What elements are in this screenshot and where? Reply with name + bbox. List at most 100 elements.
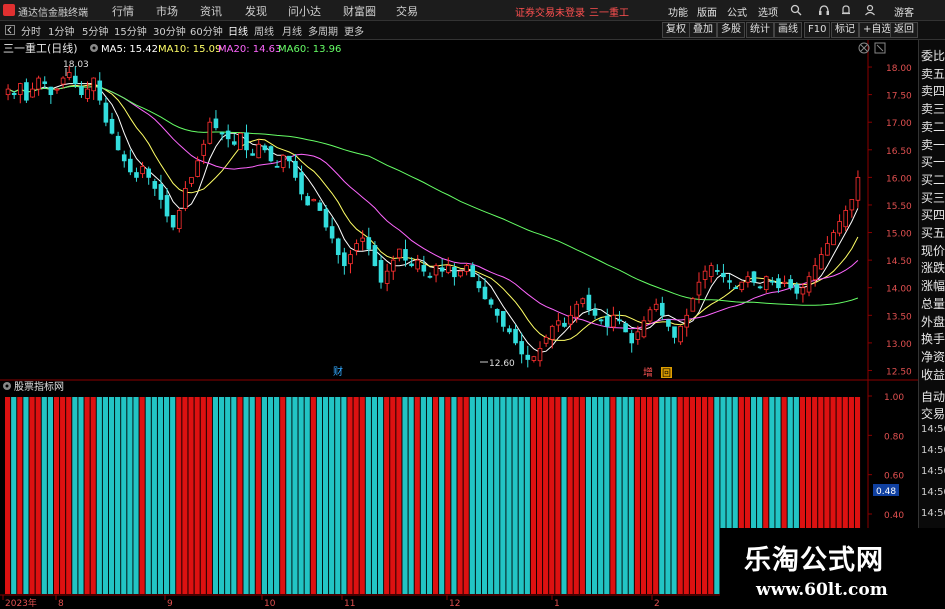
guest-label[interactable]: 游客 — [894, 4, 914, 19]
diejia-button[interactable]: 叠加 — [689, 22, 717, 38]
indicator-bar — [506, 397, 512, 594]
indicator-bar — [457, 397, 463, 594]
low-price-label: 12.60 — [489, 359, 515, 369]
candle-body — [690, 298, 696, 312]
period-more[interactable]: 更多 — [344, 23, 364, 38]
candle-body — [195, 160, 200, 177]
back-button[interactable]: 返回 — [890, 22, 918, 38]
indicator-bar — [133, 397, 139, 594]
marker-cai[interactable]: 财 — [333, 365, 343, 378]
collapse-icon[interactable] — [5, 25, 15, 35]
period-monthly[interactable]: 月线 — [282, 23, 302, 38]
tongji-button[interactable]: 统计 — [746, 22, 774, 38]
marker-zeng[interactable]: 增 — [643, 366, 653, 379]
menu-gongshi[interactable]: 公式 — [727, 4, 747, 19]
indicator-gear-icon[interactable] — [3, 382, 11, 390]
price-tick-label: 14.00 — [886, 285, 912, 295]
indicator-bar — [695, 397, 702, 594]
trade-time: 14:50 — [921, 508, 945, 519]
candle-body — [329, 226, 335, 239]
indicator-tick-label: 0.40 — [884, 511, 904, 521]
candle-body — [317, 202, 323, 211]
app-title: 通达信金融终端 — [18, 8, 88, 19]
period-multi[interactable]: 多周期 — [308, 23, 338, 38]
period-1min[interactable]: 1分钟 — [48, 23, 74, 38]
candle-body — [513, 328, 518, 344]
price-tick-label: 16.50 — [886, 147, 912, 157]
candle-body — [397, 248, 402, 259]
indicator-bar — [47, 397, 53, 594]
indicator-bar — [396, 397, 402, 594]
menu-shichang[interactable]: 市场 — [156, 3, 178, 19]
candle-body — [708, 265, 714, 277]
candle-body — [238, 132, 243, 150]
menu-gongneng[interactable]: 功能 — [668, 4, 688, 19]
candle-body — [54, 88, 60, 91]
period-weekly[interactable]: 周线 — [254, 23, 274, 38]
ma60-line — [7, 85, 859, 306]
menu-jiaoyi[interactable]: 交易 — [396, 3, 418, 19]
period-30min[interactable]: 30分钟 — [153, 23, 186, 38]
candle-body — [739, 281, 745, 291]
indicator-bar — [60, 397, 66, 594]
menu-faxian[interactable]: 发现 — [245, 3, 267, 19]
quote-item-label: 卖四 — [921, 84, 945, 99]
biaoji-button[interactable]: 标记 — [831, 22, 859, 38]
f10-button[interactable]: F10 — [804, 22, 831, 38]
fuquan-button[interactable]: 复权 — [662, 22, 690, 38]
candle-body — [458, 270, 463, 277]
candle-body — [225, 130, 231, 140]
indicator-bar — [280, 397, 286, 594]
marker-hui[interactable]: 回 — [662, 368, 671, 379]
price-tick-label: 15.00 — [886, 230, 912, 240]
search-icon[interactable] — [790, 4, 802, 16]
candle-body — [733, 287, 738, 289]
settings-gear-icon[interactable] — [90, 44, 98, 52]
stock-chart[interactable]: 18.00 17.50 17.00 16.50 16.00 15.50 15.00 14.50… — [0, 40, 918, 609]
headset-icon[interactable] — [818, 4, 830, 16]
quote-item-label: 现价 — [921, 243, 945, 258]
price-tick-label: 14.50 — [886, 257, 912, 267]
bell-icon[interactable] — [840, 4, 852, 16]
watermark-cn: 乐淘公式网 — [744, 545, 884, 576]
panel-maximize-icon[interactable] — [874, 42, 886, 54]
login-warning[interactable]: 证券交易未登录 — [515, 4, 585, 19]
period-15min[interactable]: 15分钟 — [114, 23, 147, 38]
quote-item-label: 买一 — [921, 155, 945, 170]
candle-body — [134, 172, 139, 178]
indicator-bar — [292, 397, 298, 594]
indicator-bar — [341, 397, 347, 594]
huaxian-button[interactable]: 画线 — [774, 22, 802, 38]
candle-body — [427, 275, 433, 278]
candle-body — [794, 284, 800, 294]
menu-xuanxiang[interactable]: 选项 — [758, 4, 778, 19]
period-5min[interactable]: 5分钟 — [82, 23, 108, 38]
user-icon[interactable] — [864, 4, 876, 16]
menu-bar: 通达信金融终端 行情 市场 资讯 发现 问小达 财富圈 交易 证券交易未登录 三… — [0, 0, 945, 21]
quote-item-label: 换手 — [921, 332, 945, 347]
trade-time: 14:50 — [921, 445, 945, 456]
period-fenshi[interactable]: 分时 — [21, 23, 41, 38]
time-tick-label: 12 — [449, 599, 460, 609]
menu-banmian[interactable]: 版面 — [697, 4, 717, 19]
indicator-bar — [549, 397, 555, 594]
period-60min[interactable]: 60分钟 — [190, 23, 223, 38]
indicator-bar — [365, 397, 371, 594]
indicator-bar — [671, 397, 677, 594]
period-daily[interactable]: 日线 — [228, 23, 248, 38]
duogu-button[interactable]: 多股 — [717, 22, 745, 38]
candle-body — [727, 280, 732, 283]
menu-zixun[interactable]: 资讯 — [200, 3, 222, 19]
indicator-bar — [108, 397, 115, 594]
candle-body — [488, 299, 494, 305]
candlesticks — [5, 65, 861, 368]
price-tick-label: 17.00 — [886, 119, 912, 129]
indicator-bar — [163, 397, 170, 594]
indicator-bar — [414, 397, 420, 594]
menu-wenxiaoda[interactable]: 问小达 — [288, 3, 321, 19]
indicator-bar — [237, 397, 243, 594]
menu-hangqing[interactable]: 行情 — [112, 3, 134, 19]
candle-body — [519, 341, 524, 355]
indicator-bar — [359, 397, 365, 594]
menu-caifuquan[interactable]: 财富圈 — [343, 3, 376, 19]
